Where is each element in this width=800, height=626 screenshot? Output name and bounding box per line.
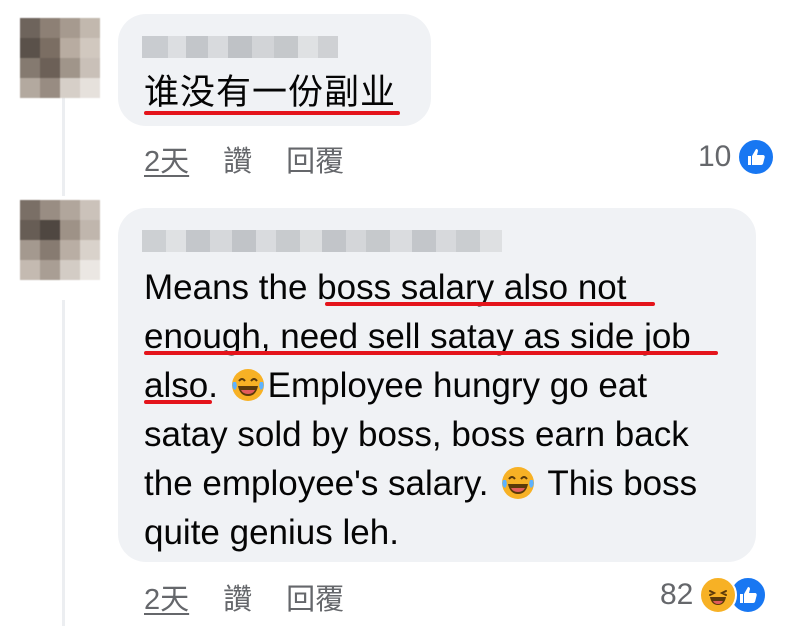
tearing-laughing-emoji bbox=[502, 467, 535, 499]
comment-timestamp-link[interactable]: 2天 bbox=[144, 576, 189, 618]
like-reaction-icon bbox=[737, 138, 776, 176]
comment-line: quite genius leh. bbox=[144, 513, 399, 552]
reaction-count: 82 bbox=[660, 578, 694, 611]
comment-thread: 谁没有一份副业 2天 讚 回覆 10 Means the boss salary… bbox=[0, 0, 800, 626]
comment-actions: 2天 讚 回覆 bbox=[144, 138, 344, 180]
highlight-underline bbox=[325, 302, 655, 306]
comment-actions: 2天 讚 回覆 bbox=[144, 576, 344, 618]
haha-reaction-icon bbox=[699, 576, 738, 614]
author-name-blurred[interactable] bbox=[142, 36, 338, 58]
comment-text: Means the boss salary also not enough, n… bbox=[144, 263, 697, 557]
comment-text: 谁没有一份副业 bbox=[144, 68, 396, 117]
tearing-laughing-emoji bbox=[231, 369, 264, 401]
highlight-underline bbox=[144, 111, 400, 115]
reply-button[interactable]: 回覆 bbox=[286, 576, 344, 618]
comment-timestamp-link[interactable]: 2天 bbox=[144, 138, 189, 180]
author-name-blurred[interactable] bbox=[142, 230, 502, 252]
comment-line: 谁没有一份副业 bbox=[144, 73, 397, 112]
comment-line: satay sold by boss, boss earn back bbox=[144, 415, 689, 454]
thread-connector bbox=[62, 300, 65, 626]
like-button[interactable]: 讚 bbox=[223, 576, 252, 618]
comment-line: the employee's salary. This boss bbox=[144, 464, 698, 503]
reply-button[interactable]: 回覆 bbox=[286, 138, 344, 180]
thread-connector bbox=[62, 96, 65, 196]
highlight-underline bbox=[144, 400, 212, 404]
avatar[interactable] bbox=[20, 18, 100, 98]
reaction-summary[interactable]: 10 bbox=[698, 138, 776, 176]
avatar[interactable] bbox=[20, 200, 100, 280]
comment-line: also. Employee hungry go eat bbox=[144, 366, 648, 405]
reaction-count: 10 bbox=[698, 140, 732, 173]
highlight-underline bbox=[144, 351, 718, 355]
like-button[interactable]: 讚 bbox=[223, 138, 252, 180]
reaction-summary[interactable]: 82 bbox=[660, 576, 768, 614]
